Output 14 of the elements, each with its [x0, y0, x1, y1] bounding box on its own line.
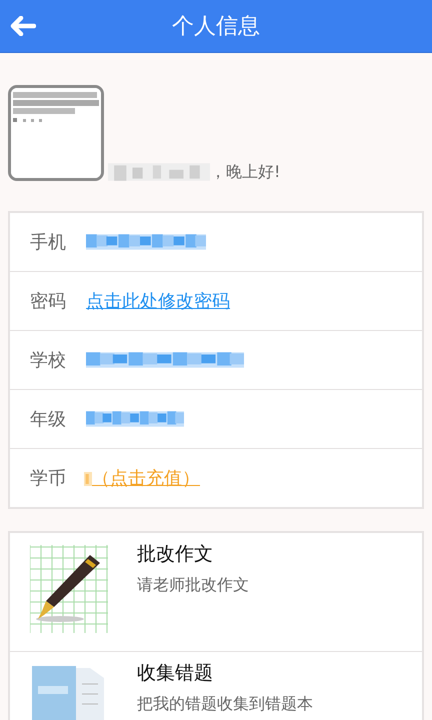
greeting-text: ，晚上好!	[210, 162, 280, 182]
page-title: 个人信息	[172, 13, 260, 41]
field-label: 手机	[30, 231, 67, 254]
feature-title: 收集错题	[137, 661, 214, 686]
feature-item[interactable]: 批改作文 请老师批改作文	[10, 533, 422, 652]
feature-title: 批改作文	[137, 542, 214, 567]
feature-subtitle: 请老师批改作文	[137, 575, 249, 596]
field-label: 年级	[30, 408, 67, 431]
field-label: 学校	[30, 349, 67, 372]
back-arrow-icon[interactable]	[10, 16, 36, 36]
feature-subtitle: 把我的错题收集到错题本	[137, 694, 313, 715]
feature-item[interactable]: 收集错题 把我的错题收集到错题本	[10, 652, 422, 720]
field-label: 密码	[30, 290, 67, 313]
field-label: 学币	[30, 467, 67, 490]
